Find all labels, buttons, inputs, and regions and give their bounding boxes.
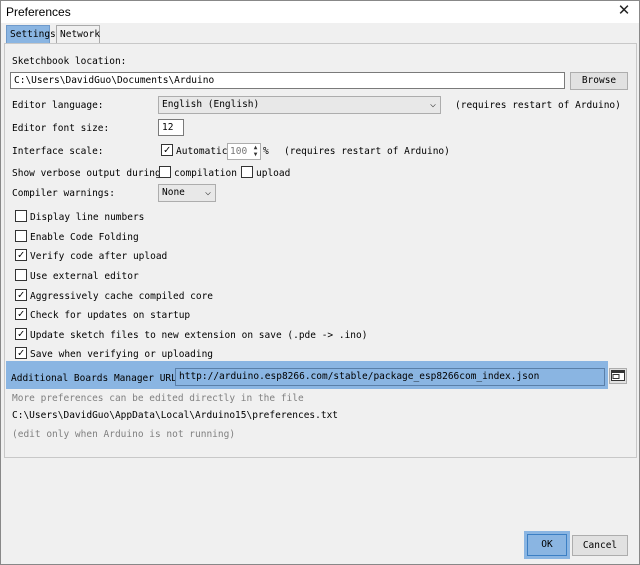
compilation-checkbox[interactable]	[159, 166, 171, 178]
boards-manager-url-input[interactable]: http://arduino.esp8266.com/stable/packag…	[175, 368, 605, 386]
cache-compiled-core-label: Aggressively cache compiled core	[30, 291, 214, 302]
ok-button[interactable]: OK	[527, 534, 567, 556]
cancel-button[interactable]: Cancel	[572, 535, 628, 556]
compiler-warnings-select[interactable]: None ⌵	[158, 184, 216, 202]
automatic-label: Automatic	[176, 146, 228, 157]
cache-compiled-core-checkbox[interactable]: ✓	[15, 289, 27, 301]
preferences-window: Preferences ✕ Settings Network Sketchboo…	[0, 0, 640, 565]
tab-network[interactable]: Network	[56, 25, 100, 43]
update-sketch-extension-label: Update sketch files to new extension on …	[30, 330, 368, 341]
use-external-editor-checkbox[interactable]	[15, 269, 27, 281]
interface-scale-value: 100	[230, 146, 248, 157]
editor-language-value: English (English)	[162, 99, 260, 110]
compiler-warnings-label: Compiler warnings:	[12, 188, 115, 199]
use-external-editor-label: Use external editor	[30, 271, 139, 282]
interface-scale-spinner[interactable]: 100 ▲ ▼	[227, 143, 261, 160]
save-when-verifying-label: Save when verifying or uploading	[30, 349, 214, 360]
enable-code-folding-label: Enable Code Folding	[30, 232, 139, 243]
editor-language-select[interactable]: English (English) ⌵	[158, 96, 441, 114]
display-line-numbers-checkbox[interactable]	[15, 210, 27, 222]
verify-after-upload-checkbox[interactable]: ✓	[15, 249, 27, 261]
compiler-warnings-value: None	[162, 187, 185, 198]
editor-language-note: (requires restart of Arduino)	[455, 100, 621, 111]
upload-label: upload	[256, 168, 291, 179]
interface-scale-label: Interface scale:	[12, 146, 104, 157]
interface-scale-unit: %	[263, 146, 269, 157]
tab-settings[interactable]: Settings	[6, 25, 56, 43]
window-icon	[611, 370, 625, 381]
verbose-output-label: Show verbose output during:	[12, 168, 167, 179]
verify-after-upload-label: Verify code after upload	[30, 251, 168, 262]
preferences-file-path: C:\Users\DavidGuo\AppData\Local\Arduino1…	[12, 410, 339, 421]
editor-font-size-label: Editor font size:	[12, 123, 110, 134]
more-preferences-note: More preferences can be edited directly …	[12, 393, 304, 404]
editor-language-label: Editor language:	[12, 100, 104, 111]
browse-button[interactable]: Browse	[570, 72, 628, 90]
edit-only-note: (edit only when Arduino is not running)	[12, 429, 236, 440]
interface-scale-note: (requires restart of Arduino)	[284, 146, 450, 157]
chevron-down-icon: ⌵	[204, 187, 211, 198]
display-line-numbers-label: Display line numbers	[30, 212, 145, 223]
automatic-checkbox[interactable]: ✓	[161, 144, 173, 156]
sketchbook-location-input[interactable]: C:\Users\DavidGuo\Documents\Arduino	[10, 72, 565, 89]
title-bar: Preferences ✕	[1, 1, 639, 23]
close-icon[interactable]: ✕	[615, 2, 633, 20]
chevron-down-icon: ⌵	[429, 99, 436, 110]
upload-checkbox[interactable]	[241, 166, 253, 178]
enable-code-folding-checkbox[interactable]	[15, 230, 27, 242]
check-updates-label: Check for updates on startup	[30, 310, 191, 321]
update-sketch-extension-checkbox[interactable]: ✓	[15, 328, 27, 340]
sketchbook-location-label: Sketchbook location:	[12, 56, 127, 67]
boards-manager-label: Additional Boards Manager URLs:	[11, 373, 189, 384]
editor-font-size-input[interactable]: 12	[158, 119, 184, 136]
check-updates-checkbox[interactable]: ✓	[15, 308, 27, 320]
spinner-arrows-icon[interactable]: ▲ ▼	[251, 144, 260, 159]
boards-manager-edit-button[interactable]	[609, 368, 627, 384]
window-title: Preferences	[6, 5, 71, 19]
compilation-label: compilation	[174, 168, 237, 179]
save-when-verifying-checkbox[interactable]: ✓	[15, 347, 27, 359]
